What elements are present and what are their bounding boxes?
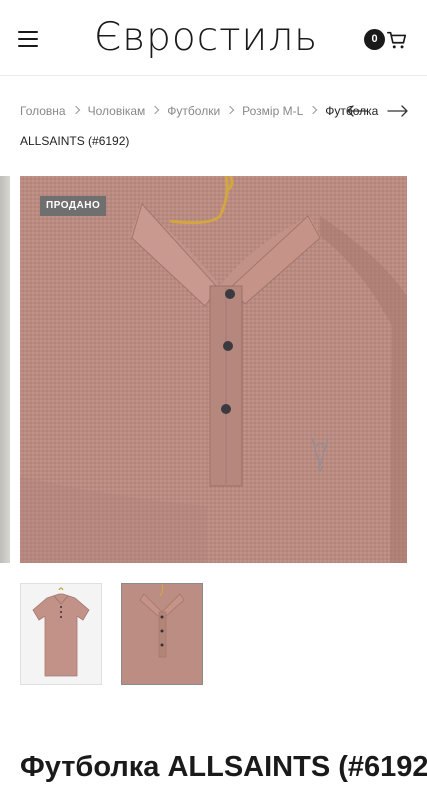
menu-icon[interactable] [18, 31, 38, 47]
menu-icon-line [18, 31, 38, 33]
breadcrumb-current-continued: ALLSAINTS (#6192) [20, 134, 130, 148]
chevron-right-icon [71, 105, 80, 115]
chevron-right-icon [225, 105, 235, 115]
cart-icon [387, 31, 407, 49]
menu-icon-line [18, 45, 38, 47]
product-main-image[interactable]: ПРОДАНО [20, 176, 407, 563]
breadcrumb-tshirts[interactable]: Футболки [167, 101, 220, 121]
cart-count-badge: 0 [364, 29, 385, 50]
chevron-right-icon [309, 105, 318, 115]
thumbnail-strip [20, 583, 220, 685]
site-header: Євростиль 0 [0, 0, 427, 76]
breadcrumb-size[interactable]: Розмір M-L [242, 101, 303, 121]
cart-button[interactable]: 0 [364, 28, 410, 52]
polo-shirt-illustration [20, 176, 407, 563]
sold-badge: ПРОДАНО [40, 196, 107, 216]
menu-icon-line [18, 38, 38, 40]
breadcrumb-home[interactable]: Головна [20, 101, 66, 121]
arrow-right-icon[interactable] [387, 103, 409, 119]
previous-slide-peek[interactable] [0, 176, 10, 563]
thumbnail-1[interactable] [20, 583, 102, 685]
breadcrumb-men[interactable]: Чоловікам [88, 101, 146, 121]
chevron-right-icon [151, 105, 160, 115]
polo-full-thumbnail [21, 584, 101, 684]
product-title: Футболка ALLSAINTS (#6192) [20, 751, 427, 783]
site-logo[interactable]: Євростиль [94, 14, 346, 62]
thumbnail-2[interactable] [121, 583, 203, 685]
polo-closeup-thumbnail [122, 584, 202, 684]
arrow-left-icon[interactable] [346, 103, 368, 119]
product-gallery: ПРОДАНО [0, 176, 427, 563]
